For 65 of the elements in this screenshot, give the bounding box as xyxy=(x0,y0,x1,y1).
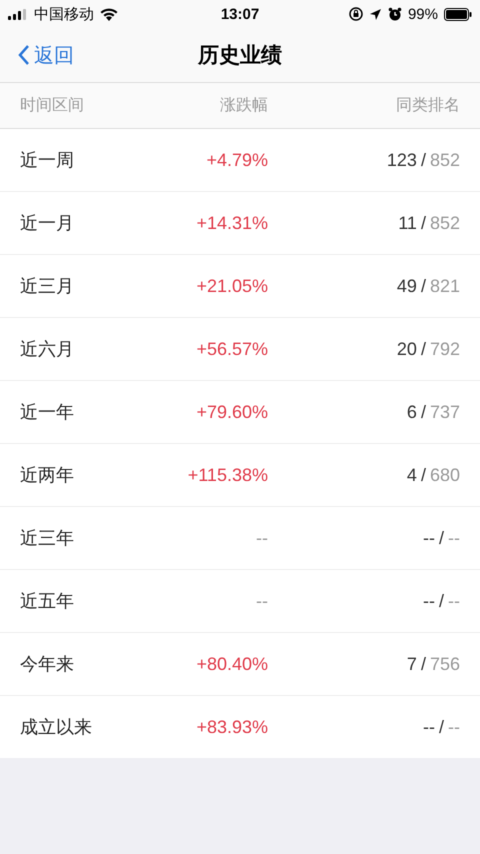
period-cell: 近三月 xyxy=(20,276,74,296)
period-cell: 近两年 xyxy=(20,465,74,485)
rank-separator: / xyxy=(420,402,426,422)
rank-value: 11 xyxy=(398,212,417,234)
clock-time: 13:07 xyxy=(220,6,260,22)
back-button[interactable]: 返回 xyxy=(18,42,74,68)
column-header: 涨跌幅 xyxy=(220,97,268,114)
rotation-lock-icon xyxy=(348,7,363,21)
period-cell: 近一年 xyxy=(20,402,74,422)
rank-total: 680 xyxy=(430,464,460,486)
rank-separator: / xyxy=(420,150,426,170)
period-cell: 近三年 xyxy=(20,528,74,548)
rank-separator: / xyxy=(420,654,426,674)
rank-separator: / xyxy=(438,716,444,738)
rank-value: 7 xyxy=(406,654,417,674)
change-cell: -- xyxy=(256,590,268,610)
change-cell: +21.05% xyxy=(196,276,268,296)
rank-separator: / xyxy=(420,464,426,486)
rank-total: 737 xyxy=(430,402,460,422)
rank-separator: / xyxy=(420,212,426,234)
period-cell: 成立以来 xyxy=(20,717,92,737)
alarm-icon xyxy=(388,7,402,21)
change-cell: +115.38% xyxy=(188,464,268,484)
rank-total: 792 xyxy=(430,338,460,360)
change-cell: +83.93% xyxy=(196,716,268,736)
period-cell: 近一周 xyxy=(20,150,74,170)
rank-total: -- xyxy=(448,528,460,548)
column-header: 时间区间 xyxy=(20,97,84,114)
period-cell: 近五年 xyxy=(20,591,74,611)
rank-value: -- xyxy=(422,716,435,738)
carrier-name: 中国移动 xyxy=(34,4,94,24)
rank-value: 20 xyxy=(396,338,417,360)
rank-value: 49 xyxy=(396,276,417,296)
period-cell: 近一月 xyxy=(20,213,74,233)
change-cell: +56.57% xyxy=(196,338,268,358)
chevron-left-icon xyxy=(18,44,30,66)
rank-separator: / xyxy=(438,590,444,612)
wifi-icon xyxy=(100,8,118,20)
change-cell: +4.79% xyxy=(206,150,268,170)
rank-separator: / xyxy=(420,338,426,360)
rank-value: -- xyxy=(422,528,435,548)
change-cell: -- xyxy=(256,528,268,548)
period-cell: 近六月 xyxy=(20,339,74,359)
rank-total: 821 xyxy=(430,276,460,296)
change-cell: +80.40% xyxy=(196,654,268,674)
rank-total: 756 xyxy=(430,654,460,674)
period-cell: 今年来 xyxy=(20,654,74,674)
rank-value: 6 xyxy=(406,402,417,422)
page-title: 历史业绩 xyxy=(198,44,282,67)
rank-value: 4 xyxy=(406,464,417,486)
location-icon xyxy=(368,8,382,20)
rank-total: -- xyxy=(448,590,460,612)
battery-icon xyxy=(444,8,472,20)
rank-total: 852 xyxy=(430,212,460,234)
signal-icon xyxy=(8,8,28,20)
change-cell: +79.60% xyxy=(196,402,268,422)
rank-value: 123 xyxy=(386,150,417,170)
rank-total: 852 xyxy=(430,150,460,170)
rank-separator: / xyxy=(420,276,426,296)
rank-separator: / xyxy=(438,528,444,548)
change-cell: +14.31% xyxy=(196,212,268,232)
column-header: 同类排名 xyxy=(396,97,460,114)
rank-value: -- xyxy=(422,590,435,612)
battery-percent: 99% xyxy=(408,6,438,22)
rank-total: -- xyxy=(448,716,460,738)
